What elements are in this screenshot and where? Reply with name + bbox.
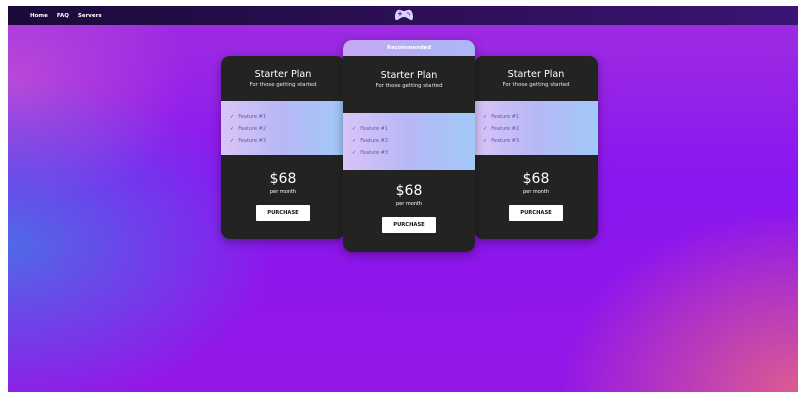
feature-item: ✓ Feature #2 xyxy=(352,138,389,144)
check-icon: ✓ xyxy=(352,138,357,144)
check-icon: ✓ xyxy=(352,150,357,156)
feature-item: ✓ Feature #1 xyxy=(352,126,389,132)
feature-item: ✓ Feature #3 xyxy=(230,138,267,144)
plan-subtitle: For those getting started xyxy=(502,82,570,88)
check-icon: ✓ xyxy=(483,126,488,132)
purchase-button[interactable]: PURCHASE xyxy=(509,205,563,221)
plan-price: $68 xyxy=(269,171,297,187)
feature-item: ✓ Feature #2 xyxy=(483,126,520,132)
check-icon: ✓ xyxy=(230,114,235,120)
pricing-card-right: Starter Plan For those getting started ✓… xyxy=(474,56,598,239)
plan-subtitle: For those getting started xyxy=(249,82,317,88)
nav-link-home[interactable]: Home xyxy=(30,13,48,19)
feature-item: ✓ Feature #2 xyxy=(230,126,267,132)
price-period: per month xyxy=(522,189,550,195)
feature-list: ✓ Feature #1 ✓ Feature #2 ✓ Feature #3 xyxy=(474,101,598,155)
feature-list: ✓ Feature #1 ✓ Feature #2 ✓ Feature #3 xyxy=(221,101,345,155)
price-block: $68 per month PURCHASE xyxy=(343,183,475,233)
pricing-card-left: Starter Plan For those getting started ✓… xyxy=(221,56,345,239)
feature-item: ✓ Feature #1 xyxy=(483,114,520,120)
plan-price: $68 xyxy=(395,183,423,199)
price-block: $68 per month PURCHASE xyxy=(221,171,345,221)
price-period: per month xyxy=(269,189,297,195)
price-period: per month xyxy=(395,201,423,207)
top-nav-bar: Home FAQ Servers xyxy=(8,6,798,25)
page-background: Home FAQ Servers Starter Plan For those … xyxy=(8,6,798,392)
feature-item: ✓ Feature #1 xyxy=(230,114,267,120)
feature-list: ✓ Feature #1 ✓ Feature #2 ✓ Feature #3 xyxy=(343,113,475,170)
purchase-button[interactable]: PURCHASE xyxy=(382,217,436,233)
plan-title: Starter Plan xyxy=(254,69,312,80)
check-icon: ✓ xyxy=(230,126,235,132)
check-icon: ✓ xyxy=(230,138,235,144)
plan-subtitle: For those getting started xyxy=(375,83,443,89)
feature-item: ✓ Feature #3 xyxy=(483,138,520,144)
pricing-card-recommended: Recommended Starter Plan For those getti… xyxy=(343,40,475,252)
recommended-badge: Recommended xyxy=(343,40,475,56)
plan-title: Starter Plan xyxy=(380,70,438,81)
check-icon: ✓ xyxy=(483,114,488,120)
main-nav: Home FAQ Servers xyxy=(30,6,102,25)
plan-price: $68 xyxy=(522,171,550,187)
gamepad-icon[interactable] xyxy=(394,8,414,22)
feature-item: ✓ Feature #3 xyxy=(352,150,389,156)
purchase-button[interactable]: PURCHASE xyxy=(256,205,310,221)
price-block: $68 per month PURCHASE xyxy=(474,171,598,221)
check-icon: ✓ xyxy=(352,126,357,132)
plan-title: Starter Plan xyxy=(507,69,565,80)
nav-link-faq[interactable]: FAQ xyxy=(57,13,69,19)
check-icon: ✓ xyxy=(483,138,488,144)
nav-link-servers[interactable]: Servers xyxy=(78,13,102,19)
